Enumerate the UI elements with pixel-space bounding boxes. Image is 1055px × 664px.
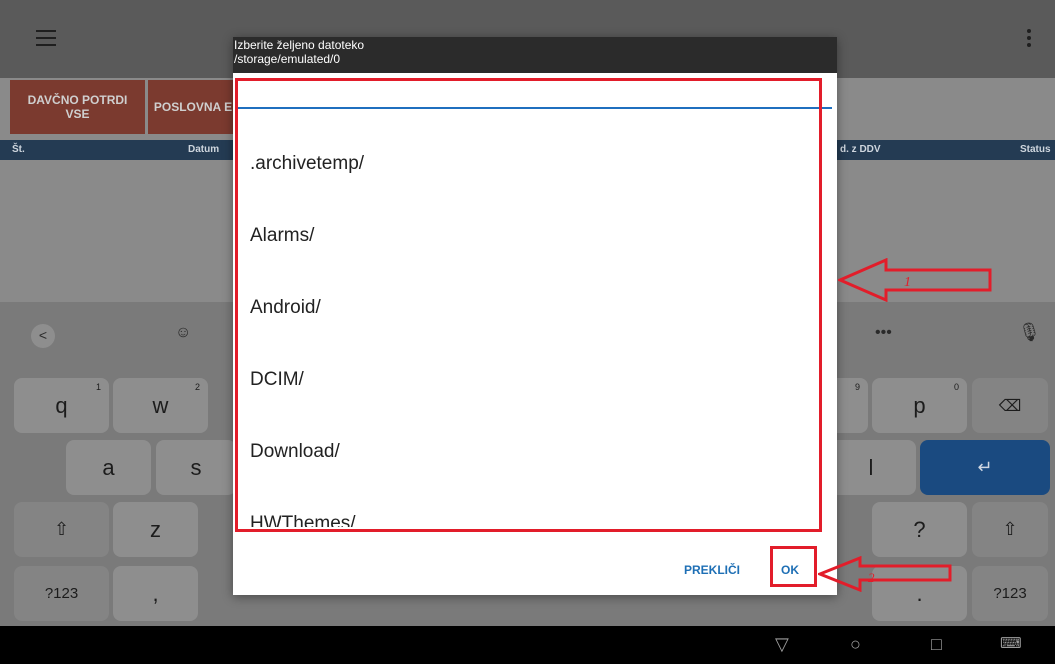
- key-z[interactable]: z: [113, 502, 198, 557]
- fiscal-confirm-all-button[interactable]: DAVČNO POTRDI VSE: [10, 80, 145, 134]
- key-w[interactable]: w2: [113, 378, 208, 433]
- navigation-bar: ▽ ○ □ ⌨: [0, 626, 1055, 664]
- keyboard-icon[interactable]: ⌨: [1000, 634, 1022, 652]
- key-l[interactable]: l: [826, 440, 916, 495]
- arrow-1-label: 1: [904, 275, 911, 290]
- symbols-right-key[interactable]: ?123: [972, 566, 1048, 621]
- dialog-footer: PREKLIČI OK: [233, 543, 837, 595]
- enter-icon[interactable]: ↵: [920, 440, 1050, 495]
- highlight-box-list: [235, 78, 822, 532]
- highlight-box-ok: [770, 546, 817, 587]
- col-datum: Datum: [188, 144, 220, 155]
- more-options-icon[interactable]: [1027, 29, 1031, 50]
- symbols-key[interactable]: ?123: [14, 566, 109, 621]
- arrow-2-icon: 2: [818, 556, 952, 592]
- backspace-icon[interactable]: ⌫: [972, 378, 1048, 433]
- col-status: Status: [1020, 144, 1051, 155]
- shift-left-icon[interactable]: ⇧: [14, 502, 109, 557]
- more-icon[interactable]: •••: [875, 324, 892, 342]
- key-q[interactable]: q1: [14, 378, 109, 433]
- col-st: Št.: [12, 144, 25, 155]
- back-icon[interactable]: ▽: [775, 634, 789, 655]
- key-p[interactable]: p0: [872, 378, 967, 433]
- comma-key[interactable]: ,: [113, 566, 198, 621]
- arrow-1-icon: 1: [838, 258, 992, 302]
- microphone-icon[interactable]: 🎙: [1018, 322, 1041, 343]
- key-question[interactable]: ?: [872, 502, 967, 557]
- business-button[interactable]: POSLOVNA E: [148, 80, 238, 134]
- arrow-2-label: 2: [868, 570, 875, 585]
- key-a[interactable]: a: [66, 440, 151, 495]
- dialog-path: /storage/emulated/0: [234, 52, 341, 66]
- shift-right-icon[interactable]: ⇧: [972, 502, 1048, 557]
- key-s[interactable]: s: [156, 440, 236, 495]
- home-icon[interactable]: ○: [850, 634, 861, 655]
- col-amount: d. z DDV: [840, 144, 881, 155]
- sticker-icon[interactable]: ☺: [175, 324, 191, 342]
- menu-icon[interactable]: [36, 30, 56, 46]
- chevron-left-icon[interactable]: <: [31, 324, 55, 348]
- dialog-header: Izberite željeno datoteko /storage/emula…: [233, 37, 837, 73]
- dialog-title: Izberite željeno datoteko: [234, 38, 365, 52]
- cancel-button[interactable]: PREKLIČI: [684, 563, 740, 577]
- recents-icon[interactable]: □: [931, 634, 942, 655]
